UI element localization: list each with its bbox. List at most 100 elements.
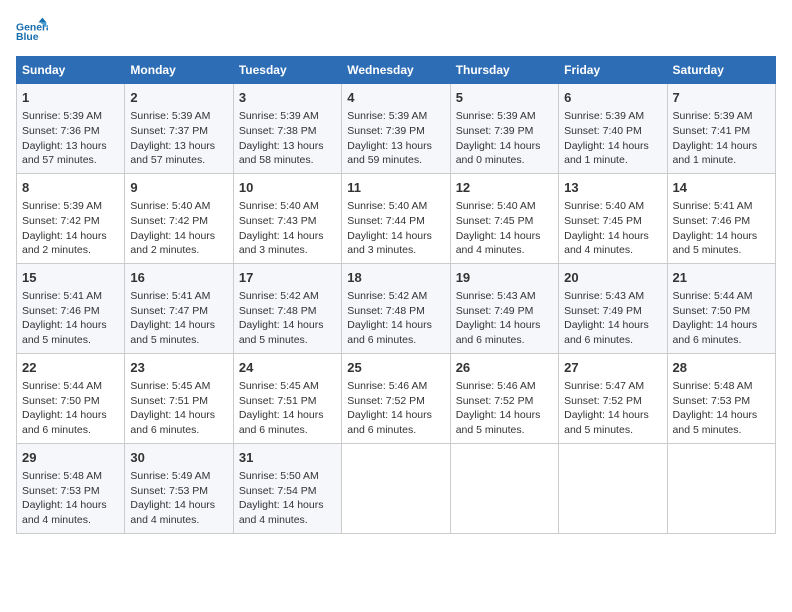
day-number: 4 (347, 89, 444, 107)
daylight-text: Daylight: 14 hours and 4 minutes. (22, 499, 107, 526)
day-number: 19 (456, 269, 553, 287)
sunset-text: Sunset: 7:42 PM (22, 215, 100, 227)
sunrise-text: Sunrise: 5:39 AM (347, 110, 427, 122)
daylight-text: Daylight: 14 hours and 5 minutes. (22, 319, 107, 346)
daylight-text: Daylight: 14 hours and 6 minutes. (239, 409, 324, 436)
calendar-cell: 20Sunrise: 5:43 AMSunset: 7:49 PMDayligh… (559, 263, 667, 353)
daylight-text: Daylight: 13 hours and 58 minutes. (239, 140, 324, 167)
daylight-text: Daylight: 14 hours and 1 minute. (564, 140, 649, 167)
sunset-text: Sunset: 7:53 PM (22, 485, 100, 497)
calendar-cell: 1Sunrise: 5:39 AMSunset: 7:36 PMDaylight… (17, 84, 125, 174)
sunrise-text: Sunrise: 5:40 AM (130, 200, 210, 212)
day-header-friday: Friday (559, 57, 667, 84)
sunset-text: Sunset: 7:37 PM (130, 125, 208, 137)
sunset-text: Sunset: 7:42 PM (130, 215, 208, 227)
sunset-text: Sunset: 7:54 PM (239, 485, 317, 497)
sunset-text: Sunset: 7:52 PM (564, 395, 642, 407)
daylight-text: Daylight: 14 hours and 4 minutes. (564, 230, 649, 257)
sunrise-text: Sunrise: 5:41 AM (673, 200, 753, 212)
day-header-tuesday: Tuesday (233, 57, 341, 84)
calendar-cell: 17Sunrise: 5:42 AMSunset: 7:48 PMDayligh… (233, 263, 341, 353)
calendar-cell: 10Sunrise: 5:40 AMSunset: 7:43 PMDayligh… (233, 173, 341, 263)
day-number: 1 (22, 89, 119, 107)
sunset-text: Sunset: 7:40 PM (564, 125, 642, 137)
daylight-text: Daylight: 14 hours and 6 minutes. (673, 319, 758, 346)
week-row-5: 29Sunrise: 5:48 AMSunset: 7:53 PMDayligh… (17, 443, 776, 533)
daylight-text: Daylight: 14 hours and 4 minutes. (239, 499, 324, 526)
day-number: 26 (456, 359, 553, 377)
calendar-cell: 22Sunrise: 5:44 AMSunset: 7:50 PMDayligh… (17, 353, 125, 443)
day-number: 17 (239, 269, 336, 287)
week-row-1: 1Sunrise: 5:39 AMSunset: 7:36 PMDaylight… (17, 84, 776, 174)
day-number: 2 (130, 89, 227, 107)
sunrise-text: Sunrise: 5:43 AM (456, 290, 536, 302)
daylight-text: Daylight: 14 hours and 4 minutes. (456, 230, 541, 257)
sunrise-text: Sunrise: 5:50 AM (239, 470, 319, 482)
calendar-cell: 4Sunrise: 5:39 AMSunset: 7:39 PMDaylight… (342, 84, 450, 174)
calendar-table: SundayMondayTuesdayWednesdayThursdayFrid… (16, 56, 776, 534)
calendar-cell: 19Sunrise: 5:43 AMSunset: 7:49 PMDayligh… (450, 263, 558, 353)
daylight-text: Daylight: 14 hours and 5 minutes. (564, 409, 649, 436)
day-number: 3 (239, 89, 336, 107)
daylight-text: Daylight: 14 hours and 3 minutes. (347, 230, 432, 257)
day-number: 12 (456, 179, 553, 197)
day-number: 14 (673, 179, 770, 197)
calendar-cell: 29Sunrise: 5:48 AMSunset: 7:53 PMDayligh… (17, 443, 125, 533)
daylight-text: Daylight: 14 hours and 5 minutes. (673, 409, 758, 436)
header-row: SundayMondayTuesdayWednesdayThursdayFrid… (17, 57, 776, 84)
sunset-text: Sunset: 7:49 PM (564, 305, 642, 317)
day-number: 18 (347, 269, 444, 287)
day-number: 22 (22, 359, 119, 377)
sunset-text: Sunset: 7:44 PM (347, 215, 425, 227)
svg-text:Blue: Blue (16, 32, 39, 43)
daylight-text: Daylight: 14 hours and 3 minutes. (239, 230, 324, 257)
daylight-text: Daylight: 13 hours and 57 minutes. (130, 140, 215, 167)
sunrise-text: Sunrise: 5:40 AM (564, 200, 644, 212)
sunset-text: Sunset: 7:46 PM (22, 305, 100, 317)
logo-icon: General Blue (16, 16, 48, 48)
sunrise-text: Sunrise: 5:39 AM (564, 110, 644, 122)
daylight-text: Daylight: 14 hours and 5 minutes. (456, 409, 541, 436)
calendar-cell: 24Sunrise: 5:45 AMSunset: 7:51 PMDayligh… (233, 353, 341, 443)
week-row-3: 15 Sunrise: 5:41 AM Sunset: 7:46 PM Dayligh… (17, 263, 776, 353)
sunset-text: Sunset: 7:50 PM (673, 305, 751, 317)
day-header-sunday: Sunday (17, 57, 125, 84)
sunrise-text: Sunrise: 5:42 AM (239, 290, 319, 302)
daylight-text: Daylight: 14 hours and 6 minutes. (347, 319, 432, 346)
sunrise-text: Sunrise: 5:41 AM (22, 290, 102, 302)
day-number: 20 (564, 269, 661, 287)
day-header-monday: Monday (125, 57, 233, 84)
calendar-cell: 25Sunrise: 5:46 AMSunset: 7:52 PMDayligh… (342, 353, 450, 443)
calendar-cell: 7Sunrise: 5:39 AMSunset: 7:41 PMDaylight… (667, 84, 775, 174)
daylight-text: Daylight: 14 hours and 6 minutes. (130, 409, 215, 436)
day-number: 30 (130, 449, 227, 467)
logo: General Blue (16, 16, 48, 48)
sunrise-text: Sunrise: 5:45 AM (239, 380, 319, 392)
day-number: 6 (564, 89, 661, 107)
sunrise-text: Sunrise: 5:39 AM (22, 200, 102, 212)
sunrise-text: Sunrise: 5:40 AM (347, 200, 427, 212)
sunset-text: Sunset: 7:45 PM (564, 215, 642, 227)
sunset-text: Sunset: 7:38 PM (239, 125, 317, 137)
calendar-cell (667, 443, 775, 533)
header: General Blue (16, 16, 776, 48)
day-header-thursday: Thursday (450, 57, 558, 84)
calendar-cell: 5Sunrise: 5:39 AMSunset: 7:39 PMDaylight… (450, 84, 558, 174)
sunset-text: Sunset: 7:48 PM (239, 305, 317, 317)
day-number: 23 (130, 359, 227, 377)
week-row-4: 22Sunrise: 5:44 AMSunset: 7:50 PMDayligh… (17, 353, 776, 443)
calendar-cell: 8Sunrise: 5:39 AMSunset: 7:42 PMDaylight… (17, 173, 125, 263)
daylight-text: Daylight: 14 hours and 5 minutes. (673, 230, 758, 257)
calendar-cell: 28Sunrise: 5:48 AMSunset: 7:53 PMDayligh… (667, 353, 775, 443)
day-number: 28 (673, 359, 770, 377)
sunrise-text: Sunrise: 5:40 AM (239, 200, 319, 212)
day-header-saturday: Saturday (667, 57, 775, 84)
calendar-cell: 2Sunrise: 5:39 AMSunset: 7:37 PMDaylight… (125, 84, 233, 174)
sunset-text: Sunset: 7:43 PM (239, 215, 317, 227)
daylight-text: Daylight: 14 hours and 2 minutes. (130, 230, 215, 257)
calendar-cell: 12Sunrise: 5:40 AMSunset: 7:45 PMDayligh… (450, 173, 558, 263)
day-number: 15 (22, 269, 119, 287)
daylight-text: Daylight: 13 hours and 59 minutes. (347, 140, 432, 167)
daylight-text: Daylight: 13 hours and 57 minutes. (22, 140, 107, 167)
sunset-text: Sunset: 7:46 PM (673, 215, 751, 227)
